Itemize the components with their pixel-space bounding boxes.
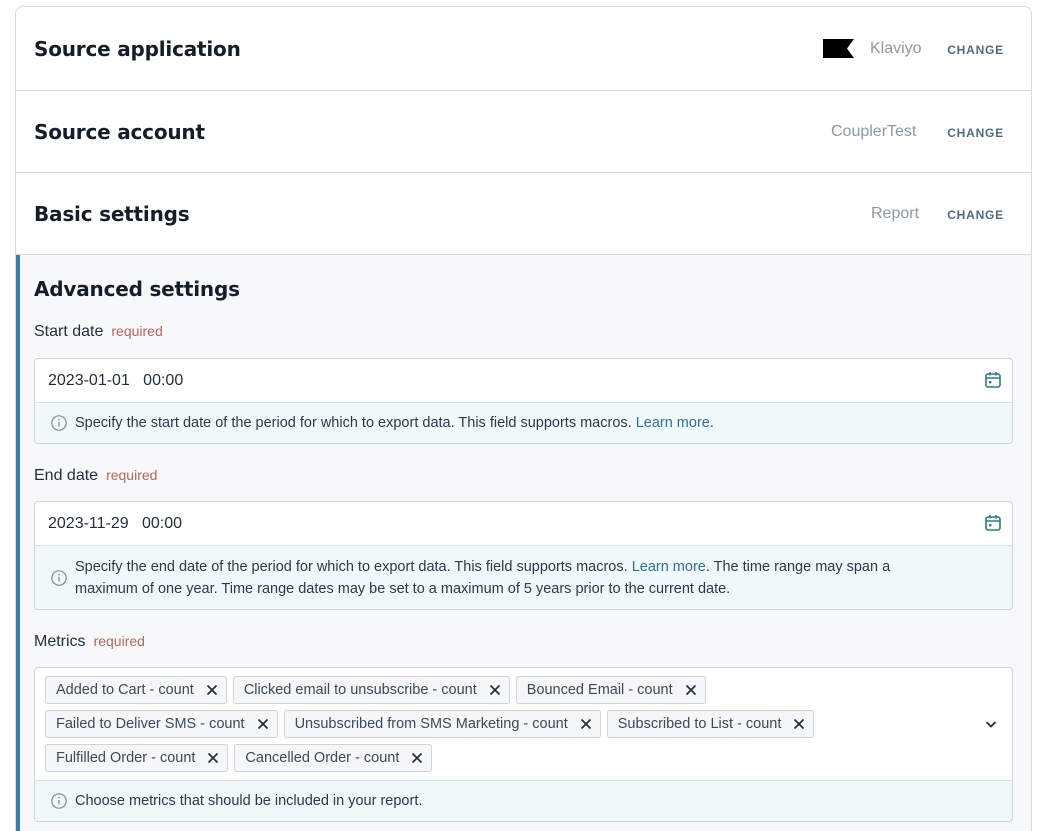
metrics-hint: Choose metrics that should be included i…: [35, 780, 1012, 821]
end-date-label-text: End date: [34, 467, 99, 484]
metric-chip: Unsubscribed from SMS Marketing - count: [283, 710, 601, 738]
metric-chip: Clicked email to unsubscribe - count: [232, 676, 510, 704]
end-date-hint: Specify the end date of the period for w…: [35, 545, 1012, 609]
metric-chip: Added to Cart - count: [45, 676, 227, 704]
basic-settings-change-button[interactable]: CHANGE: [947, 208, 1004, 222]
metric-chip-label: Subscribed to List - count: [617, 716, 782, 732]
end-date-label: End date required: [34, 467, 157, 485]
chip-line: Failed to Deliver SMS - count Unsubscrib…: [45, 710, 1002, 738]
source-application-row: Source application Klaviyo CHANGE: [16, 7, 1031, 91]
close-icon[interactable]: [411, 752, 423, 764]
start-date-required: required: [111, 323, 163, 339]
chip-line: Added to Cart - count Clicked email to u…: [45, 676, 1002, 704]
klaviyo-logo: [823, 39, 854, 58]
basic-settings-title: Basic settings: [34, 202, 190, 226]
close-icon[interactable]: [206, 684, 218, 696]
close-icon[interactable]: [257, 718, 269, 730]
info-icon: [51, 569, 67, 586]
end-date-hint-text: Specify the end date of the period for w…: [75, 556, 952, 600]
start-date-label-text: Start date: [34, 323, 104, 340]
source-account-title: Source account: [34, 120, 205, 144]
close-icon[interactable]: [793, 718, 805, 730]
end-date-hint-body: Specify the end date of the period for w…: [75, 558, 632, 575]
start-date-label: Start date required: [34, 323, 163, 341]
chip-line: Fulfilled Order - count Cancelled Order …: [45, 744, 1002, 772]
basic-settings-row: Basic settings Report CHANGE: [16, 173, 1031, 255]
source-account-change-button[interactable]: CHANGE: [947, 126, 1004, 140]
start-date-hint-body: Specify the start date of the period for…: [75, 415, 636, 431]
source-application-change-button[interactable]: CHANGE: [947, 43, 1004, 57]
metric-chip: Failed to Deliver SMS - count: [45, 710, 278, 738]
basic-settings-value: Report: [871, 205, 920, 222]
metrics-select[interactable]: Added to Cart - count Clicked email to u…: [35, 668, 1012, 780]
metric-chip: Cancelled Order - count: [234, 744, 433, 772]
close-icon[interactable]: [685, 684, 697, 696]
advanced-settings-title: Advanced settings: [34, 277, 240, 301]
metrics-required: required: [93, 633, 145, 649]
metric-chip-label: Cancelled Order - count: [245, 750, 400, 766]
metric-chip-label: Failed to Deliver SMS - count: [56, 716, 245, 732]
start-date-field: 2023-01-01 00:00 Specify the start date …: [34, 358, 1013, 444]
start-date-input[interactable]: 2023-01-01 00:00: [35, 359, 1012, 402]
start-date-hint: Specify the start date of the period for…: [35, 402, 1012, 443]
start-date-learn-more-link[interactable]: Learn more: [636, 415, 710, 431]
chevron-down-icon[interactable]: [984, 717, 998, 731]
source-application-value: Klaviyo: [870, 40, 922, 57]
calendar-icon[interactable]: [984, 514, 1002, 532]
end-date-learn-more-link[interactable]: Learn more: [632, 559, 706, 575]
metrics-label: Metrics required: [34, 633, 145, 651]
start-date-value: 2023-01-01 00:00: [48, 371, 184, 389]
calendar-icon[interactable]: [984, 371, 1002, 389]
metrics-field: Added to Cart - count Clicked email to u…: [34, 667, 1013, 822]
source-account-value: CouplerTest: [831, 123, 917, 140]
metrics-hint-text: Choose metrics that should be included i…: [75, 793, 423, 809]
metric-chip: Fulfilled Order - count: [45, 744, 229, 772]
end-date-field: 2023-11-29 00:00 Specify the end date of: [34, 501, 1013, 610]
info-icon: [51, 793, 67, 809]
metric-chip-label: Bounced Email - count: [526, 682, 673, 698]
metric-chip: Subscribed to List - count: [606, 710, 815, 738]
start-date-hint-text: Specify the start date of the period for…: [75, 412, 714, 434]
source-application-title: Source application: [34, 37, 241, 61]
end-date-input[interactable]: 2023-11-29 00:00: [35, 502, 1012, 545]
metric-chip-label: Added to Cart - count: [56, 682, 194, 698]
metric-chip-label: Clicked email to unsubscribe - count: [243, 682, 477, 698]
metrics-label-text: Metrics: [34, 633, 86, 650]
end-date-required: required: [106, 467, 158, 483]
source-account-row: Source account CouplerTest CHANGE: [16, 91, 1031, 173]
stepper-panel: Source application Klaviyo CHANGE Source…: [15, 6, 1032, 831]
info-icon: [51, 415, 67, 431]
close-icon[interactable]: [207, 752, 219, 764]
end-date-value: 2023-11-29 00:00: [48, 514, 183, 532]
start-date-hint-tail: .: [709, 415, 714, 431]
close-icon[interactable]: [489, 684, 501, 696]
close-icon[interactable]: [580, 718, 592, 730]
metric-chip-label: Unsubscribed from SMS Marketing - count: [294, 716, 568, 732]
metric-chip: Bounced Email - count: [515, 676, 706, 704]
metric-chip-label: Fulfilled Order - count: [56, 750, 196, 766]
advanced-settings-section: Advanced settings Start date required 202…: [16, 255, 1031, 831]
